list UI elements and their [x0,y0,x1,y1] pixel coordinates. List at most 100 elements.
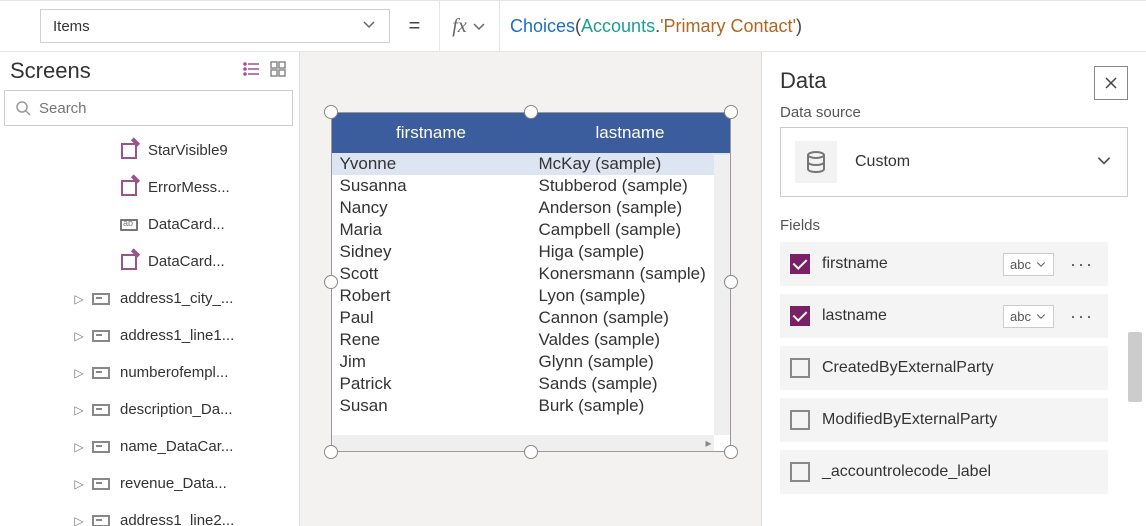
search-input[interactable] [4,90,293,126]
field-row[interactable]: lastnameabc··· [780,294,1108,338]
table-row[interactable]: SusannaStubberod (sample) [332,175,730,197]
datacard-icon [92,475,110,493]
cell-lastname: Sands (sample) [531,373,730,395]
field-checkbox[interactable] [790,410,810,430]
tree-group[interactable]: ▷ numberofempl... [0,354,299,391]
chevron-down-icon [471,18,487,34]
expand-caret-icon[interactable]: ▷ [72,366,86,380]
tree-group[interactable]: ▷name_DataCar... [0,428,299,465]
datasource-select[interactable]: Custom [780,127,1128,197]
formula-input[interactable]: Choices ( Accounts . 'Primary Contact' ) [500,1,1146,51]
table-body: YvonneMcKay (sample)SusannaStubberod (sa… [332,153,730,417]
expand-caret-icon[interactable]: ▷ [72,440,86,454]
cell-firstname: Jim [332,351,531,373]
cell-lastname: Higa (sample) [531,241,730,263]
field-row[interactable]: _accountrolecode_label [780,450,1108,494]
cell-lastname: Stubberod (sample) [531,175,730,197]
expand-caret-icon[interactable]: ▷ [72,514,86,526]
field-type-select[interactable]: abc [1003,253,1054,276]
tree-item-label: description_Da... [120,401,233,418]
cell-firstname: Robert [332,285,531,307]
list-view-icon[interactable] [243,60,261,83]
field-checkbox[interactable] [790,254,810,274]
table-row[interactable]: MariaCampbell (sample) [332,219,730,241]
table-row[interactable]: YvonneMcKay (sample) [332,153,730,175]
datacard-icon [92,512,110,526]
tree-leaf[interactable]: DataCard... [0,243,299,280]
close-button[interactable] [1094,66,1128,100]
vertical-scrollbar[interactable] [714,155,730,435]
col-header-lastname[interactable]: lastname [531,113,730,153]
tree-item-label: numberofempl... [120,364,228,381]
property-select[interactable]: Items [40,9,390,43]
expand-caret-icon[interactable]: ▷ [72,329,86,343]
table-row[interactable]: PaulCannon (sample) [332,307,730,329]
table-row[interactable]: SusanBurk (sample) [332,395,730,417]
resize-handle[interactable] [524,105,538,119]
tree-leaf[interactable]: StarVisible9 [0,132,299,169]
table-row[interactable]: RobertLyon (sample) [332,285,730,307]
field-row[interactable]: firstname abc ··· [780,242,1108,286]
table-row[interactable]: JimGlynn (sample) [332,351,730,373]
col-header-firstname[interactable]: firstname [332,113,531,153]
table-row[interactable]: ReneValdes (sample) [332,329,730,351]
resize-handle[interactable] [324,445,338,459]
tree-leaf[interactable]: ErrorMess... [0,169,299,206]
cell-firstname: Sidney [332,241,531,263]
tree-group[interactable]: ▷address1_line2... [0,502,299,526]
field-more-button[interactable]: ··· [1066,306,1098,327]
panel-title: Data [780,68,1128,94]
screens-panel: Screens StarVisible9ErrorMess...DataCard… [0,52,300,526]
field-checkbox[interactable] [790,358,810,378]
fields-label: Fields [780,217,1128,234]
property-label: Items [53,18,90,35]
canvas[interactable]: firstname lastname YvonneMcKay (sample)S… [300,52,761,526]
vertical-scrollbar[interactable] [1128,332,1142,402]
cell-lastname: McKay (sample) [531,153,730,175]
cell-lastname: Anderson (sample) [531,197,730,219]
tree-item-label: ErrorMess... [148,179,230,196]
tree-group[interactable]: ▷ revenue_Data... [0,465,299,502]
field-checkbox[interactable] [790,306,810,326]
cell-lastname: Lyon (sample) [531,285,730,307]
tree-group[interactable]: ▷ address1_line1... [0,317,299,354]
resize-handle[interactable] [324,275,338,289]
field-checkbox[interactable] [790,462,810,482]
tree-group[interactable]: ▷ description_Da... [0,391,299,428]
table-row[interactable]: PatrickSands (sample) [332,373,730,395]
expand-caret-icon[interactable]: ▷ [72,403,86,417]
horizontal-scrollbar[interactable]: ▸ [332,435,714,451]
tree-item-label: DataCard... [148,253,225,270]
tree-item-label: revenue_Data... [120,475,227,492]
resize-handle[interactable] [724,275,738,289]
resize-handle[interactable] [524,445,538,459]
datatable-control[interactable]: firstname lastname YvonneMcKay (sample)S… [331,112,731,452]
token-func: Choices [510,16,575,37]
datasource-label: Data source [780,104,1128,121]
field-row[interactable]: CreatedByExternalParty [780,346,1108,390]
field-name: firstname [822,255,991,273]
search-field[interactable] [39,100,282,117]
field-more-button[interactable]: ··· [1066,254,1098,275]
table-row[interactable]: SidneyHiga (sample) [332,241,730,263]
expand-caret-icon[interactable]: ▷ [72,477,86,491]
cell-firstname: Maria [332,219,531,241]
cell-lastname: Cannon (sample) [531,307,730,329]
resize-handle[interactable] [724,105,738,119]
tree-group[interactable]: ▷address1_city_... [0,280,299,317]
expand-caret-icon[interactable]: ▷ [72,292,86,306]
field-name: _accountrolecode_label [822,463,1098,481]
grid-view-icon[interactable] [269,60,287,83]
field-type-select[interactable]: abc [1003,305,1054,328]
resize-handle[interactable] [724,445,738,459]
resize-handle[interactable] [324,105,338,119]
table-row[interactable]: NancyAnderson (sample) [332,197,730,219]
fx-button[interactable]: fx [440,1,500,51]
field-row[interactable]: ModifiedByExternalParty [780,398,1108,442]
tree-leaf[interactable]: DataCard... [0,206,299,243]
tree-item-label: address1_line1... [120,327,234,344]
field-list: firstnameabc···lastnameabc···CreatedByEx… [780,242,1128,494]
table-row[interactable]: ScottKonersmann (sample) [332,263,730,285]
fx-icon: fx [452,15,466,38]
chevron-down-icon [361,16,377,36]
